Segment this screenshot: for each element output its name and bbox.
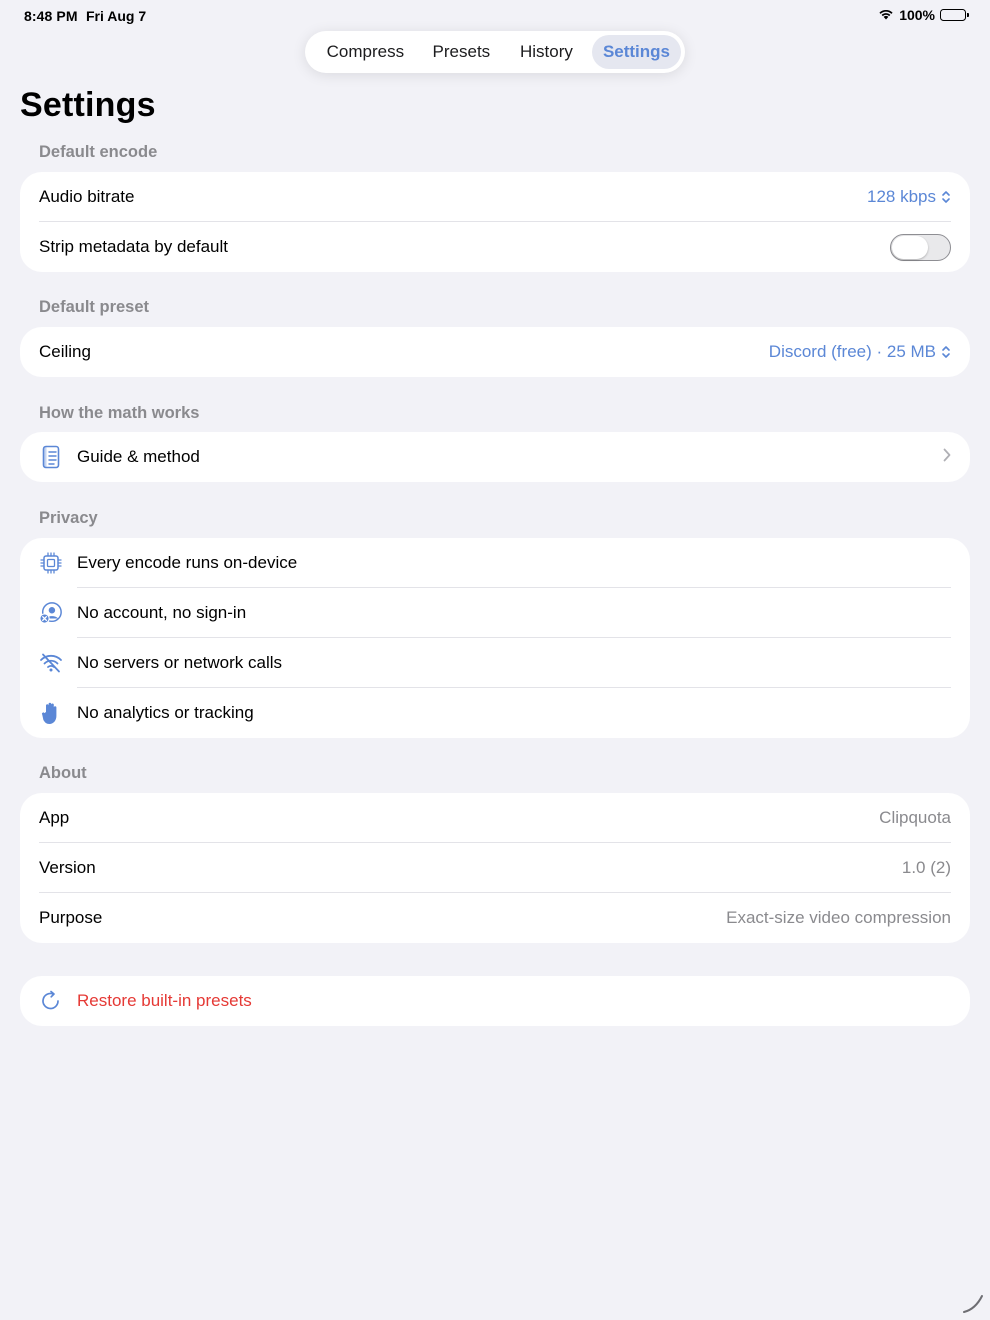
about-version-value: 1.0 (2) [901, 858, 951, 877]
privacy-item: Every encode runs on-device [20, 538, 970, 588]
privacy-item: No servers or network calls [20, 638, 970, 688]
about-version-label: Version [39, 858, 96, 877]
page-title: Settings [20, 86, 156, 124]
section-header-default-encode: Default encode [39, 143, 158, 161]
privacy-item: No analytics or tracking [20, 688, 970, 738]
default-encode-card: Audio bitrate 128 kbps Strip metadata by… [20, 172, 970, 272]
strip-metadata-toggle[interactable] [890, 233, 951, 261]
ceiling-row[interactable]: Ceiling Discord (free) · 25 MB [20, 327, 970, 377]
about-purpose-value: Exact-size video compression [726, 908, 951, 927]
battery-icon [940, 9, 969, 21]
tab-compress[interactable]: Compress [309, 35, 422, 69]
status-time: 8:48 PM [24, 8, 78, 24]
arrow-clockwise-icon [39, 989, 63, 1013]
about-purpose-label: Purpose [39, 908, 103, 927]
privacy-card: Every encode runs on-device No account, … [20, 538, 970, 738]
about-card: App Clipquota Version 1.0 (2) Purpose Ex… [20, 793, 970, 943]
audio-bitrate-value: 128 kbps [867, 187, 936, 206]
battery-percent: 100% [899, 7, 935, 23]
chevron-up-down-icon [942, 346, 950, 358]
restore-presets-button[interactable]: Restore built-in presets [20, 976, 970, 1026]
audio-bitrate-picker[interactable]: 128 kbps [867, 187, 951, 207]
status-date: Fri Aug 7 [86, 8, 147, 24]
section-header-privacy: Privacy [39, 509, 98, 527]
math-card: Guide & method [20, 432, 970, 482]
section-header-about: About [39, 764, 87, 782]
section-header-default-preset: Default preset [39, 298, 150, 316]
status-indicators: 100% [878, 7, 969, 23]
tab-settings[interactable]: Settings [591, 35, 681, 69]
guide-method-label: Guide & method [77, 447, 200, 466]
tab-bar: Compress Presets History Settings [305, 31, 685, 73]
wifi-slash-icon [39, 651, 63, 675]
hand-raised-icon [39, 701, 63, 725]
strip-metadata-row: Strip metadata by default [20, 222, 970, 272]
status-bar: 8:48 PM Fri Aug 7 100% [0, 0, 990, 32]
privacy-item: No account, no sign-in [20, 588, 970, 638]
guide-method-row[interactable]: Guide & method [20, 432, 970, 482]
ceiling-picker[interactable]: Discord (free) · 25 MB [769, 342, 951, 362]
privacy-item-label: No servers or network calls [77, 653, 283, 672]
audio-bitrate-row[interactable]: Audio bitrate 128 kbps [20, 172, 970, 222]
tab-history[interactable]: History [501, 35, 592, 69]
chevron-up-down-icon [942, 191, 950, 203]
default-preset-card: Ceiling Discord (free) · 25 MB [20, 327, 970, 377]
restore-presets-label: Restore built-in presets [77, 991, 252, 1010]
section-header-math: How the math works [39, 404, 200, 422]
restore-card: Restore built-in presets [20, 976, 970, 1026]
about-app-row: App Clipquota [20, 793, 970, 843]
tab-presets[interactable]: Presets [422, 35, 501, 69]
about-version-row: Version 1.0 (2) [20, 843, 970, 893]
resize-corner-icon [963, 1295, 983, 1313]
privacy-item-label: No analytics or tracking [77, 703, 254, 722]
settings-screen: 8:48 PM Fri Aug 7 100% Compress Presets … [0, 0, 990, 1320]
privacy-item-label: Every encode runs on-device [77, 553, 298, 572]
strip-metadata-label: Strip metadata by default [39, 237, 229, 256]
about-purpose-row: Purpose Exact-size video compression [20, 893, 970, 943]
privacy-item-label: No account, no sign-in [77, 603, 247, 622]
about-app-value: Clipquota [879, 808, 951, 827]
cpu-chip-icon [39, 551, 63, 575]
ceiling-label: Ceiling [39, 342, 91, 361]
chevron-right-icon [943, 447, 951, 467]
ceiling-value: Discord (free) · 25 MB [768, 342, 936, 361]
person-crossed-icon [39, 601, 63, 625]
document-icon [39, 445, 63, 469]
about-app-label: App [39, 808, 70, 827]
wifi-icon [878, 7, 894, 23]
audio-bitrate-label: Audio bitrate [39, 187, 135, 206]
